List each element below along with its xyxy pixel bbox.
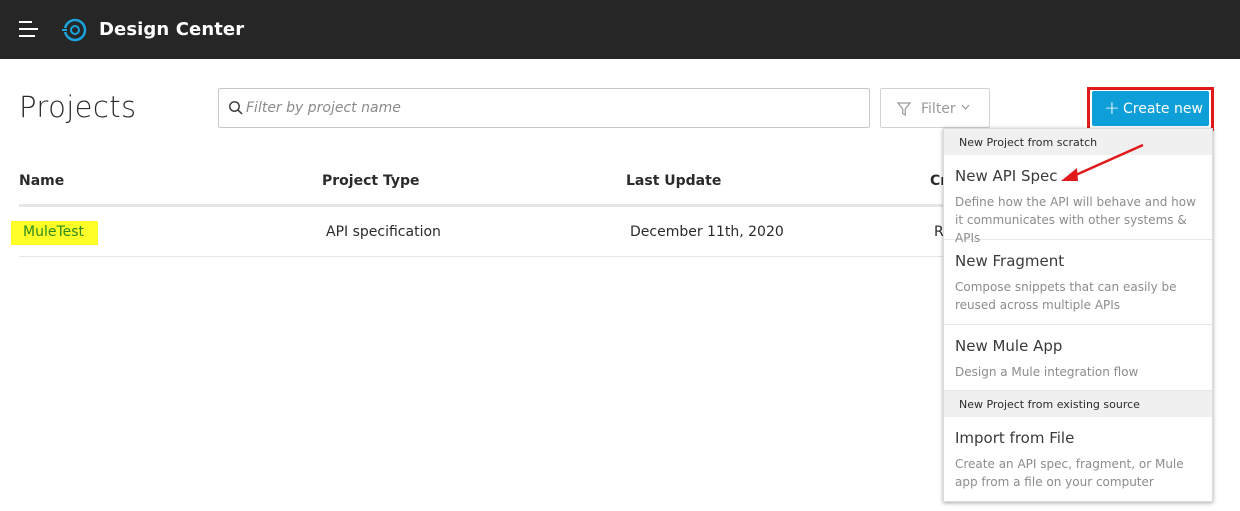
column-header-project-type[interactable]: Project Type [322, 173, 419, 189]
page-title: Projects [19, 90, 137, 124]
menu-item-description: Compose snippets that can easily be reus… [955, 280, 1177, 312]
plus-icon: + [1104, 97, 1120, 119]
menu-item-title: Import from File [955, 429, 1075, 447]
table-header-divider [19, 204, 944, 207]
filter-button[interactable]: Filter [880, 88, 990, 128]
project-type-cell: API specification [326, 224, 441, 240]
menu-item-import-from-file[interactable]: Import from File Create an API spec, fra… [944, 417, 1212, 501]
column-header-last-update[interactable]: Last Update [626, 173, 721, 189]
search-icon [229, 101, 243, 115]
table-row-divider [19, 256, 944, 257]
menu-icon[interactable] [19, 20, 39, 38]
search-box[interactable] [218, 88, 870, 128]
menu-item-description: Define how the API will behave and how i… [955, 195, 1196, 245]
top-bar: Design Center [0, 0, 1240, 59]
design-center-logo-icon [62, 18, 87, 42]
last-update-cell: December 11th, 2020 [630, 224, 784, 240]
app-title: Design Center [99, 19, 245, 40]
menu-section-scratch: New Project from scratch [944, 129, 1212, 155]
menu-section-existing-source: New Project from existing source [944, 391, 1212, 417]
create-new-menu: New Project from scratch New API Spec De… [943, 128, 1213, 502]
menu-item-title: New Fragment [955, 252, 1065, 270]
menu-item-new-fragment[interactable]: New Fragment Compose snippets that can e… [944, 240, 1212, 325]
menu-item-description: Create an API spec, fragment, or Mule ap… [955, 457, 1184, 489]
menu-item-new-api-spec[interactable]: New API Spec Define how the API will beh… [944, 155, 1212, 245]
search-input[interactable] [246, 89, 861, 127]
menu-item-title: New Mule App [955, 337, 1063, 355]
create-new-button[interactable]: + Create new [1092, 91, 1209, 126]
filter-label: Filter [921, 101, 956, 117]
menu-item-title: New API Spec [955, 167, 1058, 185]
column-header-name[interactable]: Name [19, 173, 64, 189]
project-name-link[interactable]: MuleTest [11, 221, 98, 245]
chevron-down-icon [961, 104, 970, 110]
menu-item-new-mule-app[interactable]: New Mule App Design a Mule integration f… [944, 325, 1212, 391]
menu-item-description: Design a Mule integration flow [955, 365, 1139, 379]
filter-icon [897, 102, 911, 116]
create-new-label: Create new [1123, 101, 1203, 117]
